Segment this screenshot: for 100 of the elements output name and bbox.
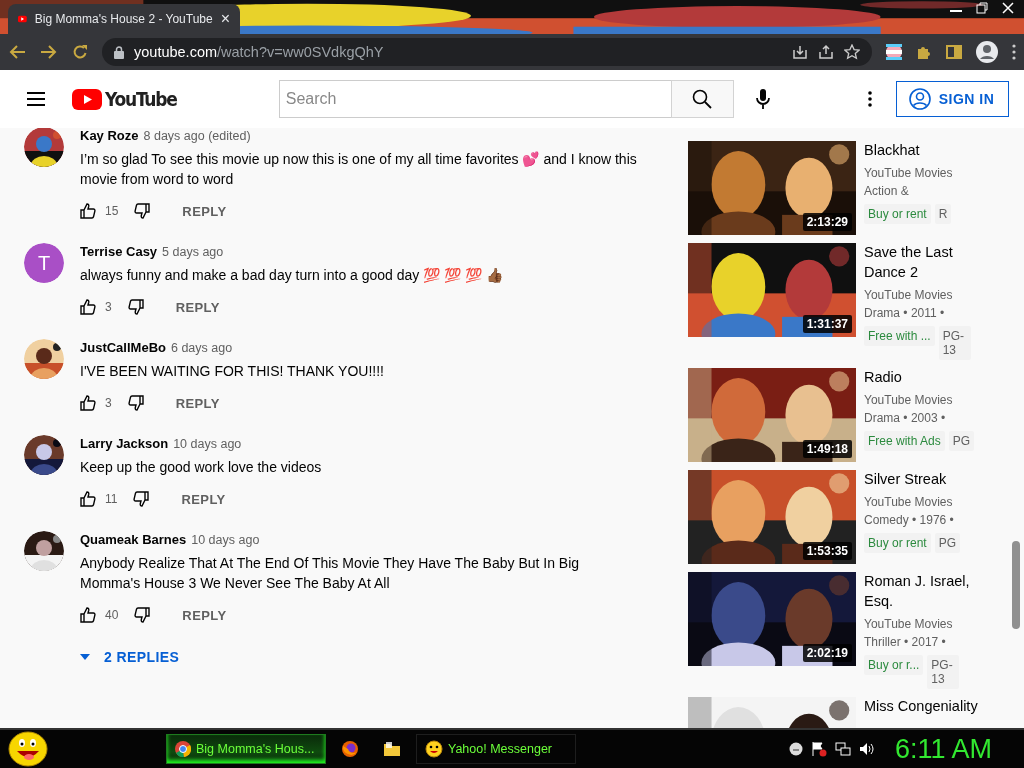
channel-name[interactable]: YouTube Movies — [864, 164, 986, 182]
url-text: youtube.com/watch?v=ww0SVdkgQhY — [134, 44, 384, 60]
thumbs-down-icon[interactable] — [127, 395, 144, 411]
close-tab-button[interactable]: × — [220, 10, 230, 28]
video-title[interactable]: Radio — [864, 367, 986, 387]
menu-icon[interactable] — [27, 92, 45, 106]
speaker-icon[interactable] — [858, 741, 875, 757]
comment-text: I’m so glad To see this movie up now this is one of my all time favorites 💕 and I know this movie from word to word — [80, 150, 638, 189]
reload-icon[interactable] — [72, 44, 88, 60]
browser-tab[interactable]: Big Momma's House 2 - YouTube × — [8, 4, 240, 34]
rating-badge: R — [934, 204, 952, 224]
search-field[interactable]: Search — [278, 80, 671, 118]
microphone-icon[interactable] — [755, 89, 770, 109]
like-count: 11 — [105, 492, 118, 506]
channel-name[interactable]: YouTube Movies — [864, 391, 986, 409]
thumbs-down-icon[interactable] — [134, 607, 151, 623]
scrollbar-thumb[interactable] — [1012, 541, 1020, 629]
profile-icon[interactable] — [976, 41, 998, 63]
video-title[interactable]: Roman J. Israel, Esq. — [864, 571, 986, 611]
thumbs-up-icon[interactable] — [80, 203, 96, 219]
star-icon[interactable] — [844, 44, 860, 60]
puzzle-icon[interactable] — [916, 44, 932, 60]
folder-icon — [383, 741, 401, 757]
comment-text: always funny and make a bad day turn into a good day 💯 💯 💯 👍🏾 — [80, 266, 504, 285]
thumbs-down-icon[interactable] — [127, 299, 144, 315]
video-meta: Drama • 2003 • — [864, 410, 947, 427]
more-icon[interactable] — [1012, 44, 1016, 60]
duration-badge: 1:53:35 — [802, 542, 852, 560]
offer-badge: Free with ... — [864, 326, 935, 346]
share-icon[interactable] — [818, 44, 834, 60]
thumbs-up-icon[interactable] — [80, 491, 96, 507]
offer-badge: Buy or r... — [864, 655, 924, 675]
comment-time[interactable]: 6 days ago — [170, 339, 233, 357]
channel-name[interactable]: YouTube Movies — [864, 615, 986, 633]
like-count: 15 — [105, 204, 119, 218]
sign-in-button[interactable]: SIGN IN — [895, 81, 1010, 117]
duration-badge: 2:02:19 — [802, 644, 852, 662]
search-icon — [692, 89, 713, 109]
comment-time[interactable]: 8 days ago (edited) — [143, 128, 251, 145]
video-title[interactable]: Silver Streak — [864, 469, 986, 489]
duration-badge: 1:49:18 — [802, 440, 852, 458]
comment-author[interactable]: Kay Roze — [80, 128, 139, 145]
like-count: 40 — [105, 608, 119, 622]
caret-icon — [80, 654, 90, 660]
flag-icon[interactable] — [886, 44, 902, 60]
avatar[interactable]: T — [24, 243, 64, 283]
close-icon[interactable] — [1002, 2, 1014, 14]
duration-badge: 1:31:37 — [802, 315, 852, 333]
reply-button[interactable]: REPLY — [173, 485, 234, 513]
replies-toggle[interactable]: 2 REPLIES — [80, 645, 180, 669]
thumbs-up-icon[interactable] — [80, 299, 96, 315]
comment-author[interactable]: Terrise Casy — [80, 243, 158, 261]
reply-button[interactable]: REPLY — [174, 601, 235, 629]
like-count: 3 — [105, 300, 112, 314]
comment-author[interactable]: JustCallMeBo — [80, 339, 166, 357]
offer-badge: Buy or rent — [864, 533, 931, 553]
thumbs-down-icon[interactable] — [134, 203, 151, 219]
thumbs-down-icon[interactable] — [133, 491, 150, 507]
more-icon[interactable] — [867, 91, 872, 107]
browser-icon — [175, 741, 191, 757]
thumbs-up-icon[interactable] — [80, 607, 96, 623]
back-arrow-icon[interactable] — [8, 44, 26, 60]
like-count: 3 — [105, 396, 112, 410]
restore-icon[interactable] — [976, 2, 988, 14]
clock: 6:11 AM — [894, 733, 992, 765]
channel-name[interactable]: YouTube Movies — [864, 286, 986, 304]
reply-button[interactable]: REPLY — [167, 389, 228, 417]
video-meta: Comedy • 1976 • — [864, 512, 955, 529]
reply-button[interactable]: REPLY — [167, 293, 228, 321]
taskbar-button[interactable]: Yahoo! Messenger — [416, 734, 576, 764]
flag-icon[interactable] — [810, 741, 827, 757]
address-bar[interactable]: youtube.com/watch?v=ww0SVdkgQhY — [102, 38, 872, 66]
video-meta: Thriller • 2017 • — [864, 634, 947, 651]
search-button[interactable] — [670, 80, 734, 118]
video-title[interactable]: Blackhat — [864, 140, 986, 160]
sidebar-icon[interactable] — [946, 44, 962, 60]
play-logo-icon — [72, 88, 102, 110]
duration-badge: 2:13:29 — [802, 213, 852, 231]
video-meta: Drama • 2011 • — [864, 305, 946, 322]
offer-badge: Free with Ads — [864, 431, 945, 451]
video-meta: Action & — [864, 183, 910, 200]
video-play-icon — [18, 13, 27, 25]
youtube-logo[interactable]: YouTube — [72, 88, 177, 110]
video-title[interactable]: Save the Last Dance 2 — [864, 242, 986, 282]
comment-time[interactable]: 10 days ago — [173, 435, 242, 453]
reply-button[interactable]: REPLY — [174, 197, 235, 225]
thumbs-up-icon[interactable] — [80, 395, 96, 411]
comment-author[interactable]: Larry Jackson — [80, 435, 169, 453]
forward-arrow-icon[interactable] — [40, 44, 58, 60]
lock-icon — [114, 45, 124, 59]
video-title[interactable]: Miss Congeniality — [864, 696, 986, 716]
channel-name[interactable]: YouTube Movies — [864, 493, 986, 511]
comment-time[interactable]: 5 days ago — [162, 243, 224, 261]
install-icon[interactable] — [792, 44, 808, 60]
taskbar-button[interactable]: Big Momma's Hous... — [166, 734, 326, 764]
start-smiley-icon[interactable] — [8, 731, 48, 767]
comment-author[interactable]: Quameak Barnes — [80, 531, 187, 549]
comment-time[interactable]: 10 days ago — [191, 531, 260, 549]
fox-browser-icon — [341, 740, 359, 758]
network-icon[interactable] — [834, 741, 851, 757]
